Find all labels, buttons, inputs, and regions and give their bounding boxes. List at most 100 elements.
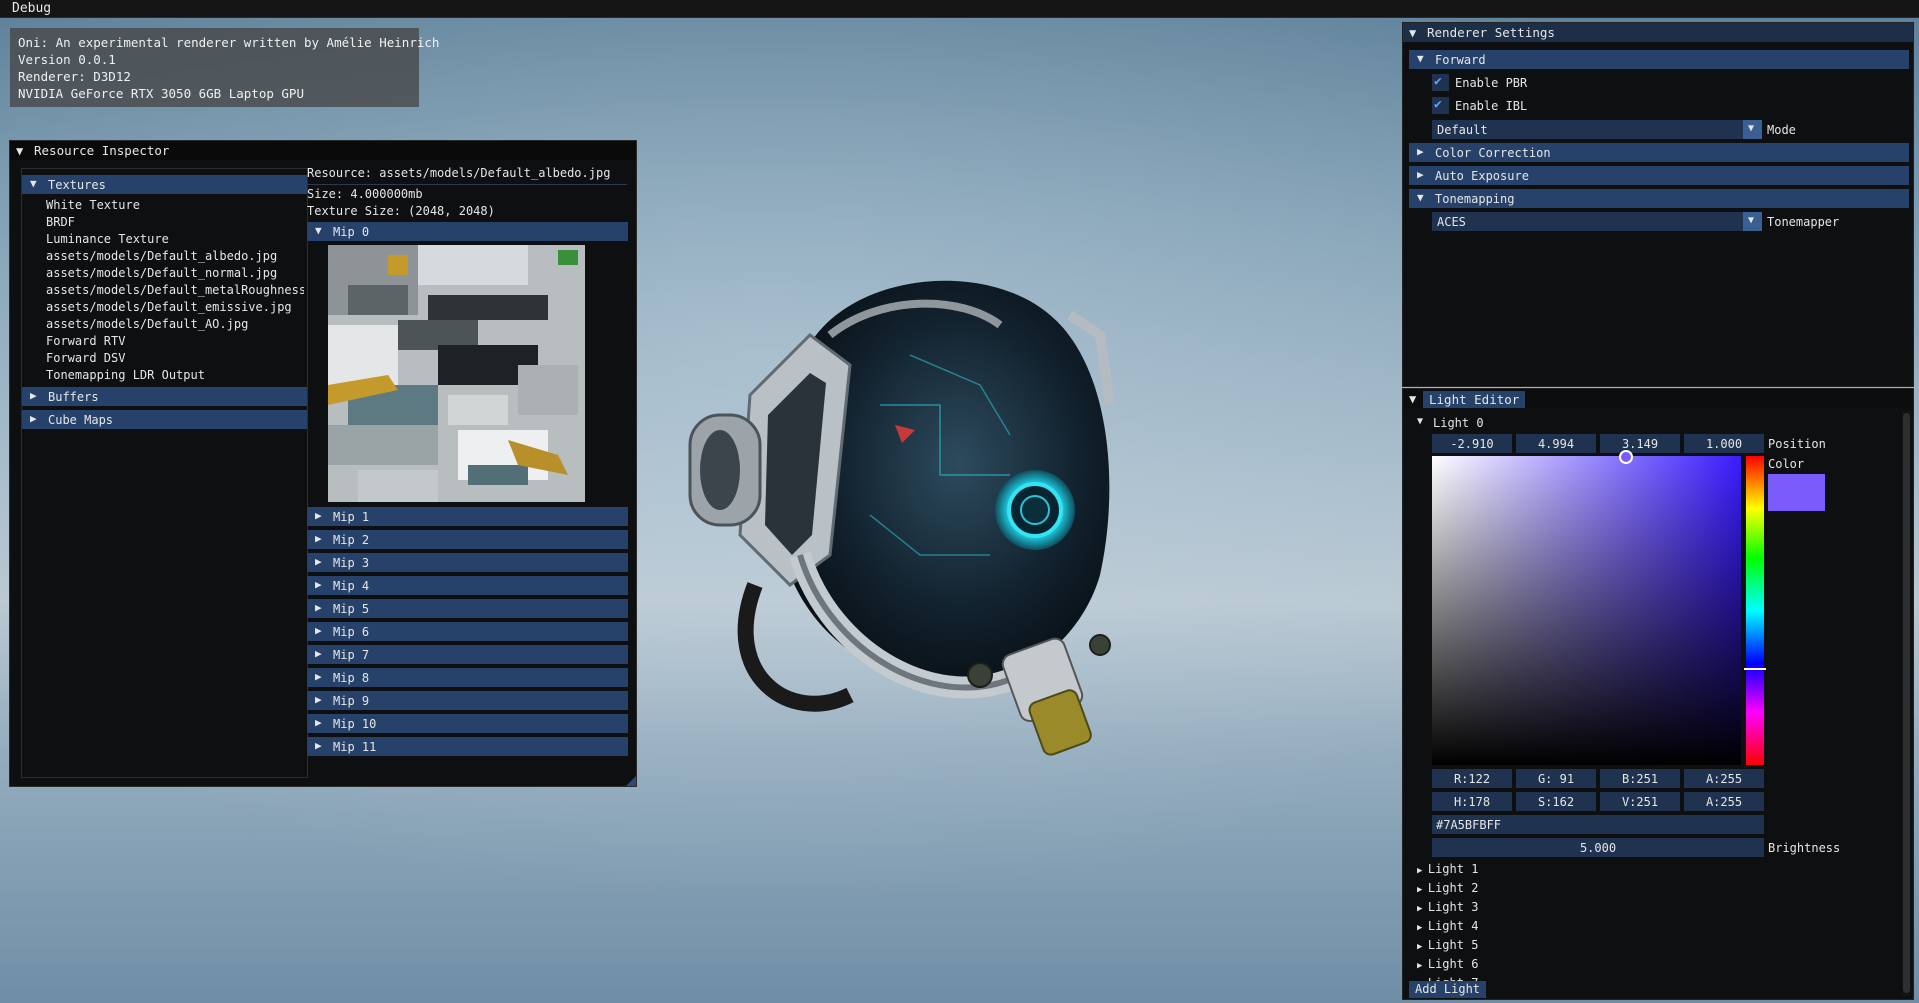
- info-overlay: Oni: An experimental renderer written by…: [10, 28, 440, 107]
- hue-field[interactable]: H:178: [1432, 792, 1512, 811]
- brightness-slider[interactable]: 5.000: [1432, 838, 1764, 857]
- auto-exposure-header[interactable]: ▶ Auto Exposure: [1409, 166, 1909, 185]
- mip-label: Mip 4: [333, 579, 370, 593]
- enable-ibl-checkbox[interactable]: ✔: [1432, 97, 1449, 114]
- collapse-triangle-icon[interactable]: ▼: [1409, 392, 1416, 406]
- resource-tree-panel: ▼ Textures White Texture BRDF Luminance …: [21, 168, 308, 778]
- mip-10-header[interactable]: ▶ Mip 10: [307, 714, 628, 733]
- mip-9-header[interactable]: ▶ Mip 9: [307, 691, 628, 710]
- forward-header[interactable]: ▼ Forward: [1409, 50, 1909, 69]
- collapsed-arrow-icon: ▶: [1417, 961, 1428, 971]
- resource-size: Size: 4.000000mb: [307, 187, 423, 201]
- position-z-field[interactable]: 3.149: [1600, 434, 1680, 453]
- texture-item[interactable]: assets/models/Default_metalRoughness: [46, 282, 304, 299]
- combo-arrow-button[interactable]: ▼: [1743, 212, 1762, 231]
- light-0-label[interactable]: Light 0: [1433, 416, 1484, 430]
- value-field[interactable]: V:251: [1600, 792, 1680, 811]
- tree-node-buffers[interactable]: ▶ Buffers: [22, 387, 307, 406]
- hue-slider[interactable]: [1744, 456, 1766, 765]
- resize-grip[interactable]: [626, 776, 636, 786]
- color-swatch[interactable]: [1768, 474, 1825, 511]
- color-correction-header[interactable]: ▶ Color Correction: [1409, 143, 1909, 162]
- texture-item[interactable]: Forward RTV: [46, 333, 304, 350]
- mip-3-header[interactable]: ▶ Mip 3: [307, 553, 628, 572]
- light-item[interactable]: ▶ Light 4: [1417, 918, 1478, 937]
- saturation-field[interactable]: S:162: [1516, 792, 1596, 811]
- chevron-down-icon: ▼: [1748, 215, 1755, 226]
- tonemapper-combo[interactable]: ACES ▼: [1432, 212, 1762, 231]
- mip-8-header[interactable]: ▶ Mip 8: [307, 668, 628, 687]
- mode-combo[interactable]: Default ▼: [1432, 120, 1762, 139]
- light-item[interactable]: ▶ Light 1: [1417, 861, 1478, 880]
- light-item[interactable]: ▶ Light 3: [1417, 899, 1478, 918]
- checkmark-icon: ✔: [1434, 74, 1442, 89]
- info-title: Oni: An experimental renderer written by…: [18, 35, 440, 50]
- light-item[interactable]: ▶ Light 2: [1417, 880, 1478, 899]
- color-picker-cursor[interactable]: [1619, 450, 1633, 464]
- tonemapping-header[interactable]: ▼ Tonemapping: [1409, 189, 1909, 208]
- field-value: A:255: [1705, 772, 1743, 786]
- position-y-field[interactable]: 4.994: [1516, 434, 1596, 453]
- light-editor-titlebar[interactable]: ▼ Light Editor: [1403, 389, 1913, 408]
- scrollbar-thumb[interactable]: [1903, 413, 1910, 993]
- collapsed-arrow-icon: ▶: [315, 739, 322, 752]
- texture-item[interactable]: Tonemapping LDR Output: [46, 367, 304, 384]
- collapsed-arrow-icon: ▶: [315, 624, 322, 637]
- blue-field[interactable]: B:251: [1600, 769, 1680, 788]
- texture-item[interactable]: assets/models/Default_emissive.jpg: [46, 299, 304, 316]
- add-light-label: Add Light: [1415, 982, 1481, 996]
- field-value: V:251: [1621, 795, 1659, 809]
- texture-item[interactable]: assets/models/Default_albedo.jpg: [46, 248, 304, 265]
- tree-node-cube-maps[interactable]: ▶ Cube Maps: [22, 410, 307, 429]
- hex-field[interactable]: #7A5BFBFF: [1432, 815, 1764, 834]
- texture-item[interactable]: White Texture: [46, 197, 304, 214]
- collapse-triangle-icon[interactable]: ▼: [1409, 26, 1416, 40]
- expanded-arrow-icon: ▼: [1417, 191, 1424, 204]
- position-x-field[interactable]: -2.910: [1432, 434, 1512, 453]
- color-picker-sv-square[interactable]: [1432, 450, 1741, 765]
- mip-1-header[interactable]: ▶ Mip 1: [307, 507, 628, 526]
- mip-6-header[interactable]: ▶ Mip 6: [307, 622, 628, 641]
- field-value: 1.000: [1705, 437, 1743, 451]
- mip-5-header[interactable]: ▶ Mip 5: [307, 599, 628, 618]
- red-field[interactable]: R:122: [1432, 769, 1512, 788]
- combo-arrow-button[interactable]: ▼: [1743, 120, 1762, 139]
- expanded-arrow-icon: ▼: [315, 224, 322, 237]
- menu-debug[interactable]: Debug: [12, 1, 51, 16]
- texture-item[interactable]: BRDF: [46, 214, 304, 231]
- renderer-settings-titlebar[interactable]: ▼ Renderer Settings: [1403, 23, 1913, 42]
- collapse-triangle-icon[interactable]: ▼: [16, 144, 23, 158]
- light-item[interactable]: ▶ Light 5: [1417, 937, 1478, 956]
- mip-11-header[interactable]: ▶ Mip 11: [307, 737, 628, 756]
- tree-node-textures[interactable]: ▼ Textures: [22, 175, 307, 194]
- hue-slider-handle[interactable]: [1744, 668, 1766, 670]
- expanded-arrow-icon: ▼: [1417, 52, 1424, 65]
- green-field[interactable]: G: 91: [1516, 769, 1596, 788]
- mip-label: Mip 0: [333, 225, 370, 239]
- mode-value: Default: [1437, 123, 1488, 137]
- mip-7-header[interactable]: ▶ Mip 7: [307, 645, 628, 664]
- alpha-hsv-field[interactable]: A:255: [1684, 792, 1764, 811]
- vertical-scrollbar[interactable]: [1902, 411, 1911, 996]
- texture-item[interactable]: assets/models/Default_AO.jpg: [46, 316, 304, 333]
- position-w-field[interactable]: 1.000: [1684, 434, 1764, 453]
- mip-4-header[interactable]: ▶ Mip 4: [307, 576, 628, 595]
- mip-2-header[interactable]: ▶ Mip 2: [307, 530, 628, 549]
- buffers-label: Buffers: [48, 390, 99, 404]
- alpha-field[interactable]: A:255: [1684, 769, 1764, 788]
- info-version: Version 0.0.1: [18, 52, 116, 67]
- mip-0-header[interactable]: ▼ Mip 0: [307, 222, 628, 241]
- separator: [307, 184, 627, 185]
- field-value: A:255: [1705, 795, 1743, 809]
- collapse-arrow-icon[interactable]: ▼: [1417, 416, 1423, 427]
- texture-item[interactable]: assets/models/Default_normal.jpg: [46, 265, 304, 282]
- enable-pbr-checkbox[interactable]: ✔: [1432, 74, 1449, 91]
- light-item[interactable]: ▶ Light 6: [1417, 956, 1478, 975]
- add-light-button[interactable]: Add Light: [1409, 981, 1487, 998]
- texture-item[interactable]: Luminance Texture: [46, 231, 304, 248]
- texture-item[interactable]: Forward DSV: [46, 350, 304, 367]
- field-value: #7A5BFBFF: [1436, 818, 1502, 832]
- light-label: Light 1: [1427, 862, 1479, 876]
- enable-ibl-label: Enable IBL: [1455, 99, 1528, 113]
- resource-inspector-titlebar[interactable]: ▼ Resource Inspector: [10, 141, 636, 160]
